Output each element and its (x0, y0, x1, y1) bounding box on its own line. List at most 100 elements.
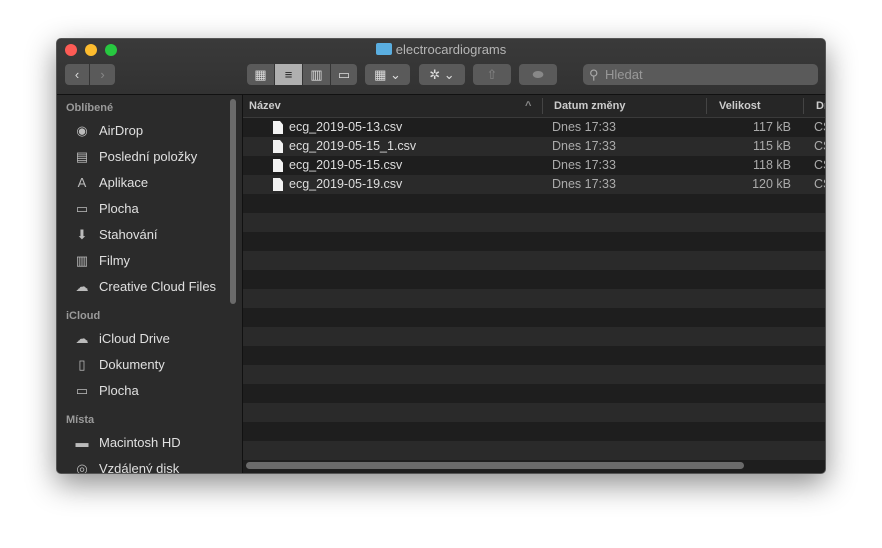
empty-row (243, 327, 825, 346)
empty-row (243, 213, 825, 232)
toolbar: electrocardiograms ‹ › ▦ ≡ ▥ ▭ ▦ ⌄ ✲ ⌄ ⇧… (57, 39, 825, 95)
sidebar-item[interactable]: ☁ iCloud Drive (57, 326, 242, 352)
sidebar-item[interactable]: ◎ Vzdálený disk (57, 456, 242, 474)
sidebar-item-label: Filmy (99, 253, 131, 268)
folder-icon (375, 43, 392, 55)
tags-button[interactable]: ⬬ (519, 64, 557, 85)
document-icon (273, 178, 283, 191)
file-date: Dnes 17:33 (552, 120, 616, 134)
column-view-button[interactable]: ▥ (303, 64, 330, 85)
table-row[interactable]: ecg_2019-05-13.csv Dnes 17:33 117 kB CS (243, 118, 825, 137)
sidebar: Oblíbené ◉ AirDrop ▤ Poslední položky A Aplika… (57, 95, 243, 473)
empty-row (243, 289, 825, 308)
group-by-button[interactable]: ▦ ⌄ (365, 64, 410, 85)
sidebar-item[interactable]: ▤ Poslední položky (57, 144, 242, 170)
sidebar-item[interactable]: ◉ AirDrop (57, 118, 242, 144)
cloud-icon: ☁ (75, 331, 89, 346)
empty-row (243, 251, 825, 270)
column-kind-header[interactable]: Dr (816, 100, 825, 112)
sidebar-item[interactable]: A Aplikace (57, 170, 242, 196)
sidebar-item[interactable]: ▯ Dokumenty (57, 352, 242, 378)
sidebar-item[interactable]: ▭ Plocha (57, 378, 242, 404)
desktop-icon: ▭ (75, 383, 89, 398)
list-view-button[interactable]: ≡ (275, 64, 302, 85)
airdrop-icon: ◉ (76, 123, 88, 138)
sidebar-item-label: Creative Cloud Files (99, 279, 217, 294)
file-name: ecg_2019-05-13.csv (289, 120, 403, 134)
empty-row (243, 270, 825, 289)
file-date: Dnes 17:33 (552, 158, 616, 172)
sidebar-item[interactable]: ▬ Macintosh HD (57, 430, 242, 456)
search-input[interactable]: ⚲ Hledat (583, 64, 818, 85)
search-icon: ⚲ (589, 67, 599, 82)
sidebar-item-label: Plocha (99, 201, 139, 216)
table-row[interactable]: ecg_2019-05-15.csv Dnes 17:33 118 kB CS (243, 156, 825, 175)
empty-row (243, 194, 825, 213)
share-button[interactable]: ⇧ (473, 64, 511, 85)
file-name: ecg_2019-05-19.csv (289, 177, 403, 191)
file-size: 120 kB (752, 177, 791, 191)
back-button[interactable]: ‹ (65, 64, 89, 85)
sidebar-item-label: iCloud Drive (99, 331, 170, 346)
sidebar-item-label: Plocha (99, 383, 139, 398)
column-name-header[interactable]: Název (249, 100, 281, 112)
empty-row (243, 403, 825, 422)
file-kind: CS (814, 139, 825, 153)
downloads-icon: ⬇ (76, 227, 88, 242)
document-icon (273, 121, 283, 134)
table-row[interactable]: ecg_2019-05-15_1.csv Dnes 17:33 115 kB CS (243, 137, 825, 156)
finder-window: electrocardiograms ‹ › ▦ ≡ ▥ ▭ ▦ ⌄ ✲ ⌄ ⇧… (56, 38, 826, 474)
search-placeholder: Hledat (605, 67, 643, 82)
action-gear-button[interactable]: ✲ ⌄ (419, 64, 465, 85)
sidebar-section-title: iCloud (66, 310, 101, 322)
window-title: electrocardiograms (57, 42, 825, 57)
sidebar-item-label: Aplikace (99, 175, 149, 190)
icon-view-button[interactable]: ▦ (247, 64, 274, 85)
sidebar-item[interactable]: ⬇ Stahování (57, 222, 242, 248)
file-date: Dnes 17:33 (552, 139, 616, 153)
sidebar-section-title: Oblíbené (66, 102, 114, 114)
file-date: Dnes 17:33 (552, 177, 616, 191)
column-headers: Název ^ Datum změny Velikost Dr (243, 95, 825, 118)
document-icon (273, 140, 283, 153)
sidebar-section-title: Místa (66, 414, 95, 426)
sidebar-item-label: AirDrop (99, 123, 144, 138)
sidebar-item-label: Macintosh HD (99, 435, 181, 450)
title-text: electrocardiograms (395, 42, 507, 57)
empty-row (243, 384, 825, 403)
empty-row (243, 232, 825, 251)
document-icon (273, 159, 283, 172)
empty-row (243, 346, 825, 365)
empty-row (243, 308, 825, 327)
sort-ascending-icon: ^ (525, 100, 532, 112)
horizontal-scrollbar[interactable] (246, 462, 744, 469)
empty-row (243, 422, 825, 441)
empty-row (243, 441, 825, 460)
file-list: Název ^ Datum změny Velikost Dr ecg_2019… (243, 95, 825, 473)
sidebar-item[interactable]: ☁ Creative Cloud Files (57, 274, 242, 300)
sidebar-item[interactable]: ▥ Filmy (57, 248, 242, 274)
column-date-header[interactable]: Datum změny (554, 100, 626, 112)
file-name: ecg_2019-05-15_1.csv (289, 139, 417, 153)
table-row[interactable]: ecg_2019-05-19.csv Dnes 17:33 120 kB CS (243, 175, 825, 194)
column-size-header[interactable]: Velikost (719, 100, 761, 112)
gallery-view-button[interactable]: ▭ (331, 64, 357, 85)
file-size: 118 kB (753, 158, 791, 172)
file-size: 117 kB (753, 120, 791, 134)
sidebar-item-label: Dokumenty (99, 357, 165, 372)
sidebar-item-label: Stahování (99, 227, 158, 242)
disk-icon: ▬ (75, 435, 89, 450)
sidebar-item-label: Vzdálený disk (99, 461, 180, 474)
desktop-icon: ▭ (75, 201, 89, 216)
remote-disk-icon: ◎ (76, 461, 88, 474)
file-kind: CS (814, 158, 825, 172)
file-name: ecg_2019-05-15.csv (289, 158, 403, 172)
sidebar-item[interactable]: ▭ Plocha (57, 196, 242, 222)
file-kind: CS (814, 120, 825, 134)
movies-icon: ▥ (75, 253, 89, 268)
recents-icon: ▤ (75, 149, 89, 164)
sidebar-item-label: Poslední položky (99, 149, 198, 164)
sidebar-scrollbar[interactable] (230, 99, 236, 304)
forward-button[interactable]: › (90, 64, 115, 85)
file-kind: CS (814, 177, 825, 191)
